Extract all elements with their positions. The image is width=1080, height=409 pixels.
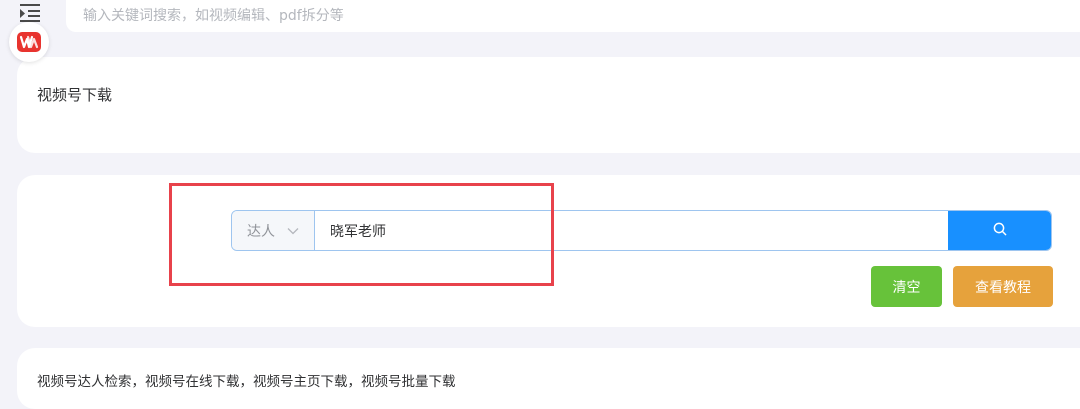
description-text: 视频号达人检索，视频号在线下载，视频号主页下载，视频号批量下载 [37,374,456,390]
page-title-card: 视频号下载 [17,57,1080,153]
page-title: 视频号下载 [37,86,113,104]
search-form-card: 达人 清空 查看教程 [17,175,1080,327]
wps-logo-icon [17,32,41,52]
menu-toggle-icon[interactable] [18,3,42,23]
search-type-value: 达人 [247,223,275,240]
search-input-group: 达人 [231,210,1052,251]
chevron-down-icon [287,227,299,235]
clear-button[interactable]: 清空 [871,266,942,307]
global-search-input[interactable] [81,0,985,32]
description-card: 视频号达人检索，视频号在线下载，视频号主页下载，视频号批量下载 [17,348,1080,409]
search-icon [993,222,1007,239]
wps-logo[interactable] [9,22,49,62]
keyword-input[interactable] [315,211,948,250]
view-tutorial-button[interactable]: 查看教程 [953,266,1053,307]
search-button[interactable] [948,211,1051,250]
search-type-select[interactable]: 达人 [232,211,315,250]
global-search-bar [66,0,1080,32]
